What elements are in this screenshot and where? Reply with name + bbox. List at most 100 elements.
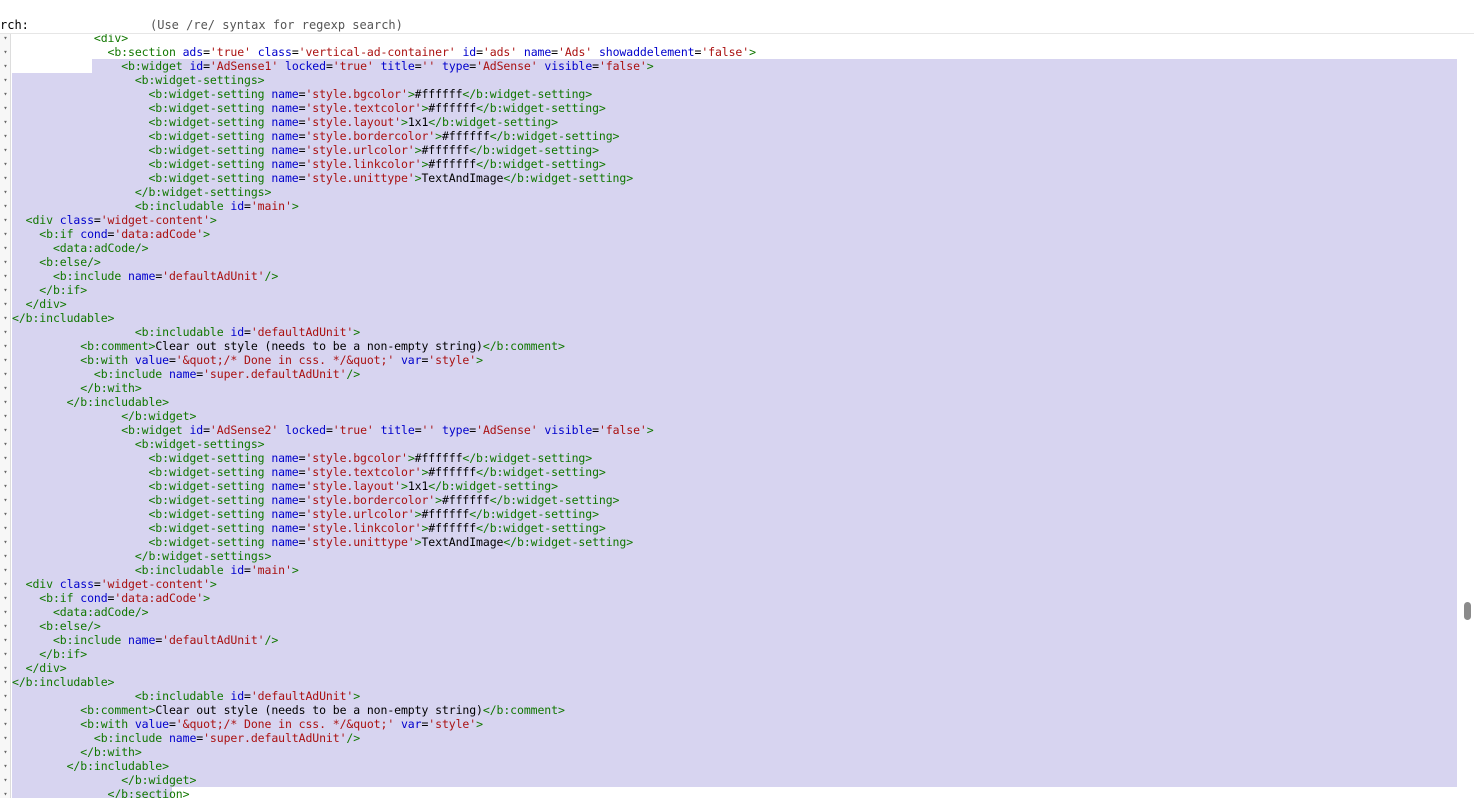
fold-marker-icon[interactable]: ▾: [2, 241, 9, 255]
fold-marker-icon[interactable]: ▾: [2, 577, 9, 591]
vertical-scrollbar[interactable]: [1458, 34, 1474, 798]
fold-marker-icon[interactable]: ▾: [2, 759, 9, 773]
search-bar: rch: (Use /re/ syntax for regexp search): [0, 0, 1474, 34]
code-line: <b:widget-setting name='style.textcolor'…: [148, 465, 606, 479]
fold-marker-icon[interactable]: ▾: [2, 213, 9, 227]
fold-marker-icon[interactable]: ▾: [2, 101, 9, 115]
code-line: <b:include name='defaultAdUnit'/>: [52, 633, 279, 647]
selection-row: [12, 213, 1457, 227]
code-line: <b:includable id='main'>: [134, 199, 299, 213]
fold-marker-icon[interactable]: ▾: [2, 717, 9, 731]
fold-marker-icon[interactable]: ▾: [2, 507, 9, 521]
code-line: <b:widget-setting name='style.textcolor'…: [148, 101, 606, 115]
fold-marker-icon[interactable]: ▾: [2, 661, 9, 675]
code-editor[interactable]: <div> <b:section ads='true' class='verti…: [12, 34, 1457, 798]
code-line: </b:includable>: [66, 395, 169, 409]
fold-marker-icon[interactable]: ▾: [2, 773, 9, 787]
code-line: </b:widget>: [121, 773, 197, 787]
fold-marker-icon[interactable]: ▾: [2, 465, 9, 479]
fold-marker-icon[interactable]: ▾: [2, 633, 9, 647]
fold-marker-icon[interactable]: ▾: [2, 381, 9, 395]
code-line: </b:section>: [107, 787, 190, 798]
fold-marker-icon[interactable]: ▾: [2, 479, 9, 493]
fold-marker-icon[interactable]: ▾: [2, 731, 9, 745]
fold-marker-icon[interactable]: ▾: [2, 493, 9, 507]
fold-marker-icon[interactable]: ▾: [2, 185, 9, 199]
search-input[interactable]: [22, 17, 1452, 33]
selection-row: [12, 241, 1457, 255]
selection-row: [12, 283, 1457, 297]
code-line: <b:if cond='data:adCode'>: [39, 591, 210, 605]
line-gutter: ▾ ▾ ▾ ▾ ▾ ▾ ▾ ▾ ▾ ▾ ▾ ▾ ▾ ▾ ▾ ▾ ▾ ▾ ▾ ▾ ▾ ▾ ▾ ▾ ▾ ▾ ▾ ▾ ▾ ▾ ▾ ▾ ▾ ▾ ▾ ▾ ▾ ▾ ▾ ▾…: [0, 34, 11, 798]
selection-row: [12, 311, 1457, 325]
code-line: <data:adCode/>: [52, 241, 149, 255]
fold-marker-icon[interactable]: ▾: [2, 605, 9, 619]
fold-marker-icon[interactable]: ▾: [2, 745, 9, 759]
fold-marker-icon[interactable]: ▾: [2, 73, 9, 87]
fold-marker-icon[interactable]: ▾: [2, 283, 9, 297]
code-line: </b:if>: [39, 647, 88, 661]
selection-row: [12, 675, 1457, 689]
fold-marker-icon[interactable]: ▾: [2, 157, 9, 171]
code-line: <b:with value='&quot;/* Done in css. */&…: [80, 717, 483, 731]
fold-marker-icon[interactable]: ▾: [2, 703, 9, 717]
fold-marker-icon[interactable]: ▾: [2, 87, 9, 101]
code-line: <b:section ads='true' class='vertical-ad…: [107, 45, 756, 59]
code-line: <data:adCode/>: [52, 605, 149, 619]
code-line: <b:widget-setting name='style.urlcolor'>…: [148, 143, 599, 157]
fold-marker-icon[interactable]: ▾: [2, 689, 9, 703]
fold-marker-icon[interactable]: ▾: [2, 171, 9, 185]
code-line: <b:comment>Clear out style (needs to be …: [80, 339, 565, 353]
fold-marker-icon[interactable]: ▾: [2, 255, 9, 269]
code-line: <b:widget-setting name='style.bordercolo…: [148, 129, 620, 143]
fold-marker-icon[interactable]: ▾: [2, 297, 9, 311]
fold-marker-icon[interactable]: ▾: [2, 227, 9, 241]
selection-row: [12, 759, 1457, 773]
fold-marker-icon[interactable]: ▾: [2, 521, 9, 535]
fold-marker-icon[interactable]: ▾: [2, 619, 9, 633]
fold-marker-icon[interactable]: ▾: [2, 325, 9, 339]
code-line: </b:includable>: [12, 311, 115, 325]
fold-marker-icon[interactable]: ▾: [2, 45, 9, 59]
code-line: </b:widget-settings>: [134, 549, 272, 563]
fold-marker-icon[interactable]: ▾: [2, 31, 9, 45]
code-line: <b:else/>: [39, 619, 101, 633]
fold-marker-icon[interactable]: ▾: [2, 647, 9, 661]
selection-row: [12, 773, 1457, 787]
fold-marker-icon[interactable]: ▾: [2, 591, 9, 605]
fold-marker-icon[interactable]: ▾: [2, 675, 9, 689]
code-line: <b:includable id='main'>: [134, 563, 299, 577]
fold-marker-icon[interactable]: ▾: [2, 451, 9, 465]
fold-marker-icon[interactable]: ▾: [2, 437, 9, 451]
fold-marker-icon[interactable]: ▾: [2, 269, 9, 283]
fold-marker-icon[interactable]: ▾: [2, 59, 9, 73]
code-line: <b:widget id='AdSense2' locked='true' ti…: [121, 423, 654, 437]
fold-marker-icon[interactable]: ▾: [2, 549, 9, 563]
code-line: <div class='widget-content'>: [25, 213, 217, 227]
fold-marker-icon[interactable]: ▾: [2, 339, 9, 353]
fold-marker-icon[interactable]: ▾: [2, 563, 9, 577]
code-line: <b:with value='&quot;/* Done in css. */&…: [80, 353, 483, 367]
selection-row: [12, 605, 1457, 619]
fold-marker-icon[interactable]: ▾: [2, 423, 9, 437]
fold-marker-icon[interactable]: ▾: [2, 143, 9, 157]
code-line: <b:if cond='data:adCode'>: [39, 227, 210, 241]
fold-marker-icon[interactable]: ▾: [2, 535, 9, 549]
code-line: <b:widget-settings>: [134, 73, 265, 87]
code-line: </b:with>: [80, 745, 142, 759]
scrollbar-thumb[interactable]: [1464, 602, 1471, 620]
fold-marker-icon[interactable]: ▾: [2, 353, 9, 367]
selection-row: [12, 227, 1457, 241]
fold-marker-icon[interactable]: ▾: [2, 787, 9, 801]
fold-marker-icon[interactable]: ▾: [2, 409, 9, 423]
fold-marker-icon[interactable]: ▾: [2, 115, 9, 129]
fold-marker-icon[interactable]: ▾: [2, 395, 9, 409]
fold-marker-icon[interactable]: ▾: [2, 129, 9, 143]
code-line: </div>: [25, 661, 67, 675]
fold-marker-icon[interactable]: ▾: [2, 367, 9, 381]
fold-marker-icon[interactable]: ▾: [2, 311, 9, 325]
code-line: <b:widget id='AdSense1' locked='true' ti…: [121, 59, 654, 73]
selection-row: [12, 745, 1457, 759]
fold-marker-icon[interactable]: ▾: [2, 199, 9, 213]
selection-row: [12, 255, 1457, 269]
